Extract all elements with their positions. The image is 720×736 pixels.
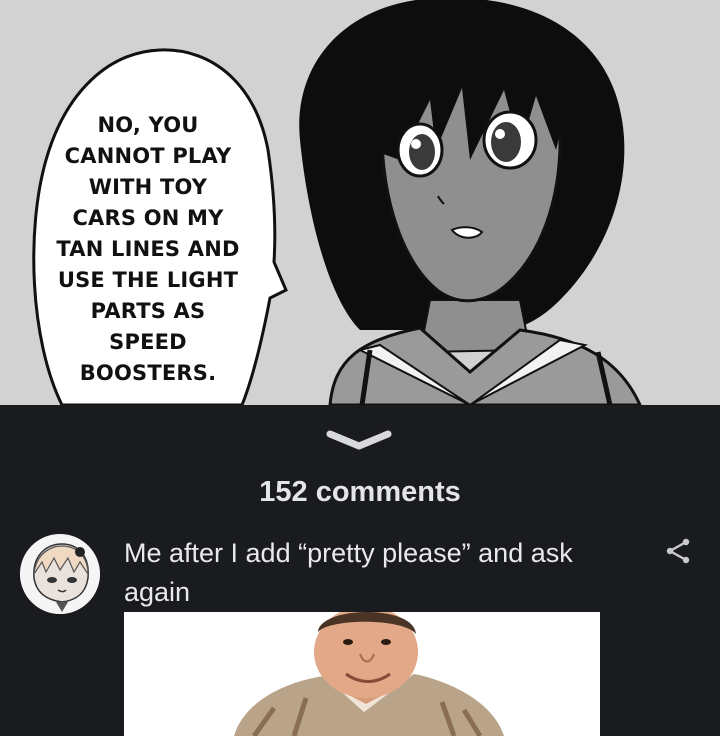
- speech-line: SPEED: [109, 330, 187, 354]
- speech-line: WITH TOY: [88, 175, 208, 199]
- anime-avatar-icon: [20, 534, 100, 614]
- speech-line: CARS ON MY: [72, 206, 224, 230]
- comment-attachment-image[interactable]: [124, 612, 600, 736]
- avatar[interactable]: [20, 534, 100, 614]
- speech-line: NO, YOU: [97, 113, 199, 137]
- chevron-down-icon[interactable]: [326, 428, 392, 450]
- share-icon[interactable]: [664, 536, 694, 566]
- speech-bubble-text: NO, YOU CANNOT PLAY WITH TOY CARS ON MY …: [38, 110, 258, 389]
- speech-line: BOOSTERS.: [79, 361, 217, 385]
- comment-text: Me after I add “pretty please” and ask a…: [124, 538, 573, 607]
- speech-line: CANNOT PLAY: [64, 144, 232, 168]
- speech-line: PARTS AS: [90, 299, 206, 323]
- reaction-photo: [124, 612, 600, 736]
- speech-line: USE THE LIGHT: [57, 268, 239, 292]
- speech-line: TAN LINES AND: [56, 237, 240, 261]
- comment-count[interactable]: 152 comments: [0, 476, 720, 509]
- meme-image: NO, YOU CANNOT PLAY WITH TOY CARS ON MY …: [0, 0, 720, 405]
